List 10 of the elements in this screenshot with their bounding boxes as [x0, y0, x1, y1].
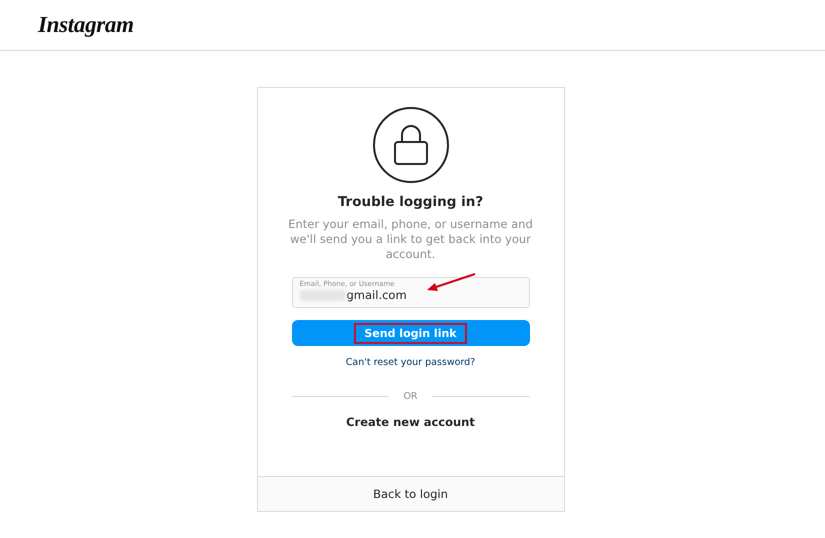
field-value: gmail.com — [346, 288, 407, 302]
card-title: Trouble logging in? — [338, 194, 484, 210]
create-account-link[interactable]: Create new account — [346, 415, 475, 429]
annotation-arrow — [424, 272, 476, 292]
lock-icon — [372, 107, 448, 183]
back-to-login-button[interactable]: Back to login — [258, 476, 564, 511]
description-text: Enter your email, phone, or username and we'll send you a link to get back into your account. — [287, 217, 534, 262]
or-divider-text: OR — [403, 391, 418, 402]
reset-password-link[interactable]: Can't reset your password? — [346, 357, 476, 368]
instagram-logo[interactable]: Instagram — [38, 12, 134, 38]
